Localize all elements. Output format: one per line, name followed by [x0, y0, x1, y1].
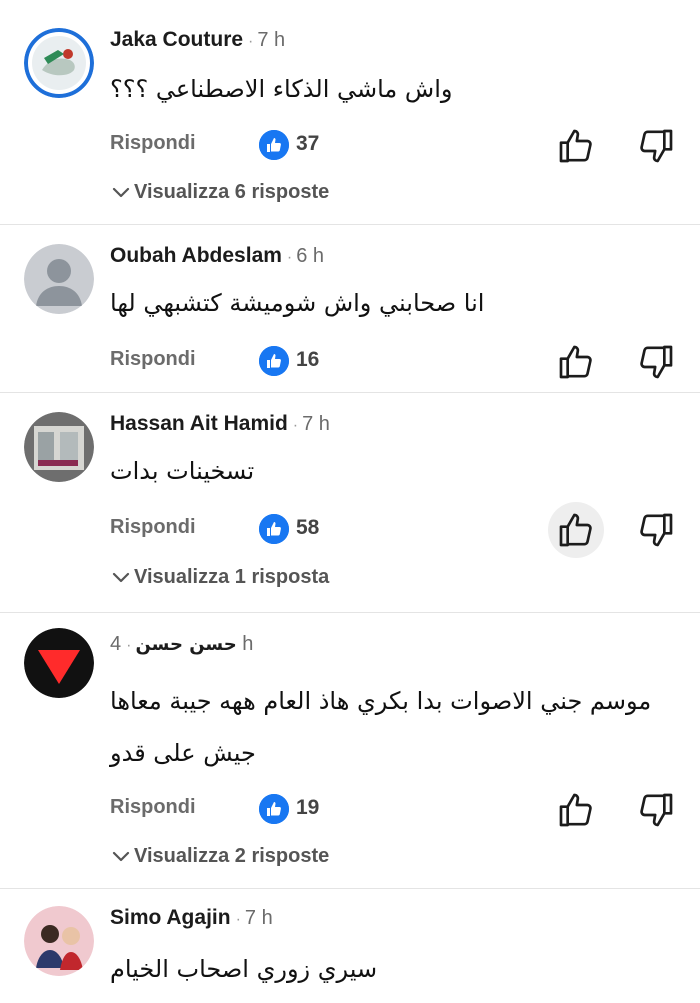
- reply-button[interactable]: Rispondi: [110, 348, 196, 371]
- author-name[interactable]: حسن حسن: [135, 634, 236, 655]
- avatar[interactable]: [24, 412, 94, 482]
- divider: [0, 612, 700, 613]
- author-name[interactable]: Hassan Ait Hamid: [110, 412, 288, 435]
- like-count: 37: [296, 132, 320, 155]
- thumb-up-outline-icon[interactable]: [548, 502, 604, 558]
- comment-header: Simo Agajin · 7 h: [110, 906, 273, 930]
- separator-dot: ·: [126, 637, 132, 654]
- timestamp: 7 h: [244, 907, 273, 929]
- timestamp: 7 h: [257, 29, 286, 51]
- thumb-up-outline-icon[interactable]: [556, 790, 596, 830]
- comment-text-line: موسم جني الاصوات بدا بكري هاذ العام ههه …: [110, 687, 652, 715]
- divider: [0, 392, 700, 393]
- reply-button[interactable]: Rispondi: [110, 796, 196, 819]
- separator-dot: ·: [235, 911, 241, 928]
- like-count: 16: [296, 348, 320, 371]
- thumb-down-outline-icon[interactable]: [636, 510, 676, 550]
- comment-actions: Rispondi 16: [0, 340, 700, 384]
- timestamp: 6 h: [296, 245, 325, 267]
- author-name[interactable]: Jaka Couture: [110, 28, 243, 51]
- thumb-down-outline-icon[interactable]: [636, 790, 676, 830]
- view-replies-link[interactable]: Visualizza 2 risposte: [112, 845, 329, 868]
- like-count: 58: [296, 516, 320, 539]
- chevron-down-icon: [112, 187, 134, 199]
- thumb-up-outline-icon[interactable]: [556, 342, 596, 382]
- author-name[interactable]: Oubah Abdeslam: [110, 244, 282, 267]
- comment-actions: Rispondi 19: [0, 788, 700, 832]
- avatar[interactable]: [24, 906, 94, 976]
- divider: [0, 224, 700, 225]
- chevron-down-icon: [112, 851, 134, 863]
- divider: [0, 888, 700, 889]
- avatar[interactable]: [24, 628, 94, 698]
- thumb-down-outline-icon[interactable]: [636, 126, 676, 166]
- separator-dot: ·: [286, 249, 293, 266]
- comment-header: Jaka Couture · 7 h: [110, 28, 285, 52]
- author-name[interactable]: Simo Agajin: [110, 906, 231, 929]
- thumbs-up-icon: [259, 346, 289, 376]
- comment-text: واش ماشي الذكاء الاصطناعي ؟؟؟: [110, 75, 453, 103]
- comment-header: Hassan Ait Hamid · 7 h: [110, 412, 330, 436]
- avatar[interactable]: [24, 28, 94, 98]
- timestamp: 7 h: [302, 413, 330, 435]
- reply-button[interactable]: Rispondi: [110, 132, 196, 155]
- comment-text: سيري زوري اصحاب الخيام: [110, 955, 378, 983]
- reply-button[interactable]: Rispondi: [110, 516, 196, 539]
- comment-text: انا صحابني واش شوميشة كتشبهي لها: [110, 289, 485, 317]
- view-replies-label: Visualizza 6 risposte: [134, 181, 330, 203]
- view-replies-link[interactable]: Visualizza 6 risposte: [112, 181, 329, 204]
- avatar[interactable]: [24, 244, 94, 314]
- separator-dot: ·: [248, 33, 254, 50]
- separator-dot: ·: [292, 417, 299, 434]
- view-replies-label: Visualizza 1 risposta: [134, 566, 330, 588]
- chevron-down-icon: [112, 572, 134, 584]
- thumb-down-outline-icon[interactable]: [636, 342, 676, 382]
- thumbs-up-icon: [259, 794, 289, 824]
- like-count: 19: [296, 796, 320, 819]
- thumbs-up-icon: [259, 130, 289, 160]
- comment-text: تسخينات بدات: [110, 457, 255, 485]
- thumb-up-outline-icon[interactable]: [556, 126, 596, 166]
- comment-header: Oubah Abdeslam · 6 h: [110, 244, 324, 268]
- comment-actions: Rispondi 58: [0, 502, 700, 558]
- comment-actions: Rispondi 37: [0, 124, 700, 168]
- comment-header: حسن حسن·4 h: [110, 632, 253, 656]
- comment-text-line: جيش على قدو: [110, 739, 256, 767]
- thumbs-up-icon: [259, 514, 289, 544]
- view-replies-link[interactable]: Visualizza 1 risposta: [112, 566, 329, 589]
- view-replies-label: Visualizza 2 risposte: [134, 845, 330, 867]
